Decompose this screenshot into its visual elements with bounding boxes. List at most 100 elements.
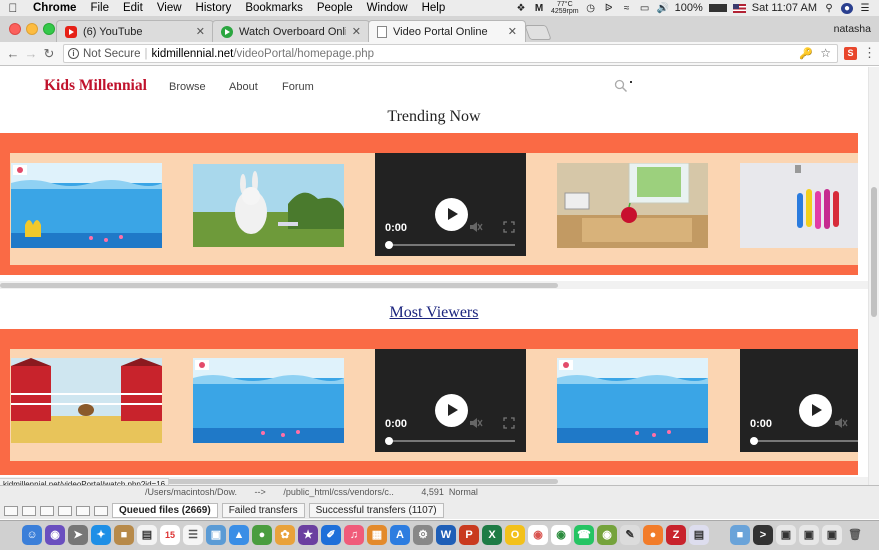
most-viewers-title[interactable]: Most Viewers	[0, 304, 868, 322]
video-thumbnail-ocean[interactable]	[11, 163, 162, 248]
menu-window[interactable]: Window	[360, 2, 415, 14]
bluetooth-icon[interactable]: ᐉ	[603, 3, 615, 14]
excel-icon[interactable]: X	[482, 525, 502, 545]
reload-icon[interactable]: ↻	[40, 46, 58, 62]
more-menu-icon[interactable]: ⋮	[863, 45, 876, 61]
textedit-icon[interactable]: ✎	[620, 525, 640, 545]
siri-icon[interactable]: ◉	[45, 525, 65, 545]
us-flag-icon[interactable]	[732, 3, 746, 13]
menu-app-name[interactable]: Chrome	[26, 2, 83, 14]
tab-queued-files[interactable]: Queued files (2669)	[112, 503, 218, 518]
site-logo[interactable]: Kids Millennial	[44, 77, 147, 95]
system-preferences-icon[interactable]: ⚙	[413, 525, 433, 545]
trending-horizontal-scrollbar[interactable]	[0, 281, 868, 289]
downloads-folder-icon[interactable]: ■	[730, 525, 750, 545]
info-icon[interactable]: i	[68, 48, 79, 59]
view-toggle-icon[interactable]	[94, 505, 108, 516]
battery-percentage[interactable]: 100%	[675, 2, 703, 14]
word-icon[interactable]: W	[436, 525, 456, 545]
volume-icon[interactable]: 🔊	[657, 3, 669, 14]
itunes-icon[interactable]: ♫	[344, 525, 364, 545]
forward-arrow-icon[interactable]: →	[22, 46, 40, 61]
zoom-window-button[interactable]	[43, 23, 55, 35]
video-thumbnail-colored-tubes[interactable]	[740, 163, 858, 248]
tab-watch-overboard[interactable]: Watch Overboard Online Free ✕	[212, 20, 370, 42]
video-player[interactable]: 0:00	[375, 349, 526, 452]
notification-center-icon[interactable]: ☰	[859, 3, 871, 14]
progress-knob[interactable]	[385, 437, 393, 445]
temperature-readout[interactable]: 77°C 4259rpm	[551, 1, 579, 15]
close-window-button[interactable]	[9, 23, 21, 35]
tab-youtube[interactable]: (6) YouTube ✕	[56, 20, 214, 42]
finder-icon[interactable]: ☺	[22, 525, 42, 545]
mute-icon[interactable]	[834, 416, 848, 430]
video-player[interactable]: 0:00	[740, 349, 858, 452]
trash-icon[interactable]: 🗑	[845, 525, 865, 545]
view-toggle-icon[interactable]	[40, 505, 54, 516]
bookmark-star-icon[interactable]: ☆	[820, 46, 831, 60]
clock[interactable]: Sat 11:07 AM	[752, 2, 817, 14]
imovie-icon[interactable]: ★	[298, 525, 318, 545]
video-player[interactable]: 0:00	[375, 153, 526, 256]
mute-icon[interactable]	[469, 416, 483, 430]
video-thumbnail-apple-kitchen[interactable]	[557, 163, 708, 248]
nav-browse[interactable]: Browse	[169, 81, 206, 93]
safari-icon[interactable]: ✦	[91, 525, 111, 545]
user-avatar-icon[interactable]: ●	[841, 2, 853, 14]
whatsapp-icon[interactable]: ☎	[574, 525, 594, 545]
time-machine-icon[interactable]: ◷	[585, 3, 597, 14]
wifi-icon[interactable]: ≈	[621, 3, 633, 14]
view-toggle-icon[interactable]	[76, 505, 90, 516]
address-bar[interactable]: i Not Secure | kidmillennial.net /videoP…	[63, 44, 838, 63]
dropbox-icon[interactable]: ❖	[515, 3, 527, 14]
progress-bar[interactable]	[389, 244, 515, 246]
pages-icon[interactable]: ✐	[321, 525, 341, 545]
screenshot-icon[interactable]: ▣	[822, 525, 842, 545]
video-thumbnail-ocean-2[interactable]	[193, 358, 344, 443]
apple-icon[interactable]: 	[0, 1, 26, 15]
new-tab-button[interactable]	[524, 25, 552, 40]
scrollbar-thumb[interactable]	[0, 283, 558, 288]
menu-history[interactable]: History	[189, 2, 239, 14]
powerpoint-icon[interactable]: P	[459, 525, 479, 545]
view-toggle-icon[interactable]	[4, 505, 18, 516]
back-arrow-icon[interactable]: ←	[4, 46, 22, 61]
reminders-icon[interactable]: ☰	[183, 525, 203, 545]
document-icon[interactable]: ▤	[689, 525, 709, 545]
chrome-icon[interactable]: ◉	[551, 525, 571, 545]
airplay-icon[interactable]: ▭	[639, 3, 651, 14]
messages-icon[interactable]: ●	[252, 525, 272, 545]
menu-people[interactable]: People	[310, 2, 360, 14]
firefox-icon[interactable]: ●	[643, 525, 663, 545]
menu-edit[interactable]: Edit	[116, 2, 150, 14]
play-button[interactable]	[434, 198, 468, 231]
screenshot-icon[interactable]: ▣	[776, 525, 796, 545]
notes-icon[interactable]: ▤	[137, 525, 157, 545]
close-icon[interactable]: ✕	[508, 25, 517, 38]
malwarebytes-icon[interactable]: M	[533, 3, 545, 14]
app-store-icon[interactable]: A	[390, 525, 410, 545]
nav-forum[interactable]: Forum	[282, 81, 314, 93]
nav-about[interactable]: About	[229, 81, 258, 93]
preview-icon[interactable]: ▣	[206, 525, 226, 545]
view-toggle-icon[interactable]	[58, 505, 72, 516]
screenshot-icon[interactable]: ▣	[799, 525, 819, 545]
contacts-icon[interactable]: ■	[114, 525, 134, 545]
outlook-icon[interactable]: O	[505, 525, 525, 545]
menu-bookmarks[interactable]: Bookmarks	[238, 2, 310, 14]
page-vertical-scrollbar[interactable]	[868, 67, 879, 485]
tab-failed-transfers[interactable]: Failed transfers	[221, 503, 305, 518]
ibooks-icon[interactable]: ▦	[367, 525, 387, 545]
progress-bar[interactable]	[754, 440, 858, 442]
progress-bar[interactable]	[389, 440, 515, 442]
close-icon[interactable]: ✕	[352, 25, 361, 38]
menu-view[interactable]: View	[150, 2, 189, 14]
tab-video-portal[interactable]: Video Portal Online ✕	[368, 20, 526, 42]
view-toggle-icon[interactable]	[22, 505, 36, 516]
spotlight-icon[interactable]: ⚲	[823, 3, 835, 14]
chrome-canary-icon[interactable]: ◉	[528, 525, 548, 545]
play-button[interactable]	[434, 394, 468, 427]
launchpad-icon[interactable]: ➤	[68, 525, 88, 545]
minimize-window-button[interactable]	[26, 23, 38, 35]
menu-file[interactable]: File	[83, 2, 116, 14]
